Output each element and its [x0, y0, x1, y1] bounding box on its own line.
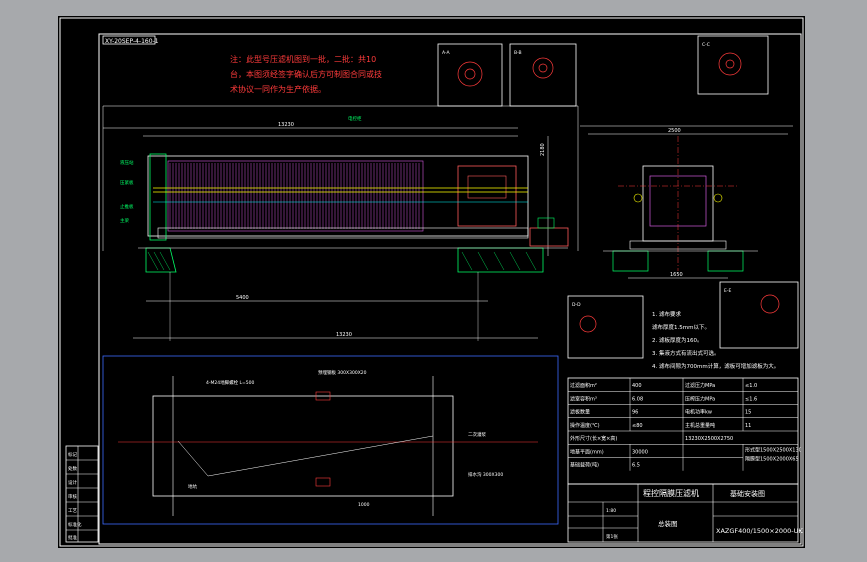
dim-overall-top: 13230 [278, 122, 294, 128]
red-note-line-2: 台，本图须经签字确认后方可制图合同或技 [230, 69, 382, 79]
spec-cell: 滤板数量 [570, 409, 590, 416]
spec-size-value: 13230X2500X2750 [685, 436, 733, 442]
left-revision-column: 标记 处数 设计 审核 工艺 标准化 批准 [65, 445, 99, 543]
detail-b: B-B [509, 43, 577, 107]
spec-load-value: 6.5 [632, 463, 640, 469]
callout-control: 电控柜 [348, 115, 362, 122]
callout-beam: 主梁 [120, 217, 129, 224]
spec-cell: 滤室容积m³ [570, 395, 597, 402]
product-name: 程控隔膜压滤机 [643, 488, 699, 498]
tech-note-3: 3. 集液方式有流出式可选。 [652, 349, 720, 357]
spec-cell: 15 [745, 410, 751, 416]
spec-cell: 操作温度(℃) [570, 422, 600, 429]
section-e-label: E-E [724, 288, 731, 294]
left-col-3: 审核 [68, 493, 77, 500]
plan-note-1: 预埋钢板 300X300X20 [318, 369, 367, 376]
red-note-line-1: 注：此型号压滤机图到一批，二批：共10 [230, 54, 376, 64]
left-col-2: 设计 [68, 479, 77, 486]
spec-cell: ≤1.0 [745, 383, 757, 389]
red-note-line-3: 术协议一同作为生产依据。 [230, 84, 326, 94]
spec-foundation-value: 30000 [632, 449, 648, 455]
dim-overall-bottom: 13230 [336, 332, 352, 338]
dim-pitch: 5400 [236, 295, 249, 301]
spec-cell: 电机功率kw [685, 409, 712, 416]
plan-note-2: 二次灌浆 [468, 431, 486, 438]
spec-size-label: 外形尺寸(长×宽×高) [570, 435, 617, 442]
spec-cell: 过滤压力MPa [685, 382, 715, 389]
spec-cell: ≤1.6 [745, 396, 757, 402]
title-block: 程控隔膜压滤机 基础安装图 总装图 XAZGF400/1500×2000-UK … [567, 483, 803, 543]
spec-cell: 过滤面积m² [570, 382, 597, 389]
left-col-0: 标记 [68, 451, 77, 458]
spec-cell: 11 [745, 423, 751, 429]
sheet-name: 基础安装图 [730, 489, 765, 498]
callout-press-plate: 压紧板 [120, 179, 134, 186]
spec-cell: 6.08 [632, 396, 643, 402]
detail-a: A-A [437, 43, 503, 107]
spec-foundation-label: 地基平面(mm) [570, 448, 604, 455]
side-view: 2500 1650 [580, 125, 793, 279]
plan-note-3: 排水沟 300X300 [468, 471, 503, 478]
spec-load-label: 基础载荷(吨) [570, 462, 599, 469]
section-a-label: A-A [442, 50, 451, 56]
tech-note-4: 4. 滤布间隙为700mm计算，滤板可增加滤板为大。 [652, 362, 779, 370]
spec-table: 过滤面积m² 400 过滤压力MPa ≤1.0 滤室容积m³ 6.08 压榨压力MPa ≤1.… [567, 377, 802, 485]
spec-cell: 400 [632, 383, 642, 389]
spec-cell: 压榨压力MPa [685, 395, 715, 402]
cad-drawing: XY-20SEP-4-160-1 标记 处数 设计 审核 工艺 标准化 批准 注… [59, 17, 804, 547]
drawing-name: 总装图 [658, 519, 678, 528]
detail-e: E-E [719, 281, 799, 349]
foundation-plan-view: 4-M24地脚螺栓 L=500 预埋钢板 300X300X20 二次灌浆 排水沟… [102, 355, 559, 525]
filter-plates [169, 163, 420, 229]
sheet-number: 第1张 [606, 533, 618, 540]
dim-height: 2180 [540, 143, 546, 156]
inner-frame [98, 33, 802, 545]
dim-foundation: 1000 [358, 502, 370, 508]
drawing-number-top: XY-20SEP-4-160-1 [105, 38, 159, 45]
scale: 1:80 [606, 508, 616, 514]
plan-note-0: 4-M24地脚螺栓 L=500 [206, 379, 255, 386]
tech-note-2: 2. 滤板厚度为160。 [652, 336, 703, 344]
spec-model-a: 形式型1500X2500X130 [745, 446, 802, 453]
left-col-1: 处数 [68, 465, 77, 472]
outer-frame [59, 17, 804, 547]
left-col-5: 标准化 [68, 521, 82, 528]
spec-model-b: 隔膜型1500X2000X65 [745, 456, 799, 463]
detail-d: D-D [567, 295, 644, 359]
section-d-label: D-D [572, 302, 581, 308]
plan-note-4: 地坑 [188, 483, 197, 490]
main-elevation-view: 13230 2180 5400 13230 液压站 压紧板 止推板 主梁 电控柜 [102, 105, 579, 341]
spec-cell: 主机总重量吨 [685, 422, 715, 429]
red-note: 注：此型号压滤机图到一批，二批：共10 台，本图须经签字确认后方可制图合同或技 … [230, 54, 382, 94]
dim-base: 1650 [670, 272, 683, 278]
callout-thrust-plate: 止推板 [120, 203, 134, 210]
tech-note-0: 1. 滤布要求 [652, 310, 681, 318]
technical-notes: 1. 滤布要求 滤布厚度1.5mm以下。 2. 滤板厚度为160。 3. 集液方… [652, 310, 779, 370]
drawing-sheet: XY-20SEP-4-160-1 标记 处数 设计 审核 工艺 标准化 批准 注… [58, 16, 805, 548]
tech-note-1: 滤布厚度1.5mm以下。 [652, 323, 710, 331]
section-c-label: C-C [702, 42, 710, 48]
left-col-4: 工艺 [68, 508, 77, 514]
section-b-label: B-B [514, 50, 522, 56]
drawing-model: XAZGF400/1500×2000-UK [716, 527, 803, 535]
spec-cell: 96 [632, 410, 638, 416]
detail-c: C-C [697, 35, 769, 95]
dim-width: 2500 [668, 128, 681, 134]
spec-cell: ≤80 [632, 423, 643, 429]
left-col-6: 批准 [68, 534, 77, 541]
callout-hydraulic: 液压站 [120, 159, 134, 166]
